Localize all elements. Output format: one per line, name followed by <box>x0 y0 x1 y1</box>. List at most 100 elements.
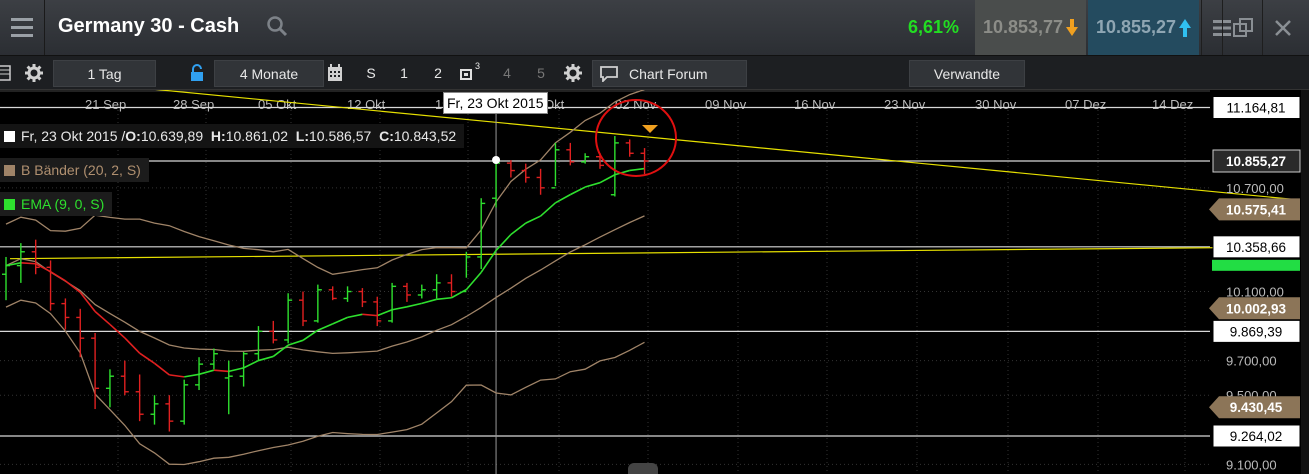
x-axis-label: 09 Nov <box>705 97 747 112</box>
ema-segment <box>169 374 185 378</box>
ema-segment <box>213 369 229 373</box>
ema-segment <box>555 193 571 204</box>
alert-marker <box>642 125 658 133</box>
layout-1-button[interactable]: 1 <box>393 60 415 85</box>
x-axis-label: 14 Dez <box>1152 97 1193 112</box>
price-tag: 11.164,81 <box>1226 101 1285 116</box>
x-axis-label: 23 Nov <box>884 97 926 112</box>
x-axis-label: 21 Sep <box>85 97 126 112</box>
price-tag: 10.855,27 <box>1226 154 1286 169</box>
chart-list-button[interactable] <box>0 60 12 85</box>
layout-5-button[interactable]: 5 <box>530 60 552 85</box>
bollinger-label: B Bänder (20, 2, S) <box>21 162 141 178</box>
x-axis-label: 30 Nov <box>975 97 1017 112</box>
x-axis-label: 16 Nov <box>794 97 836 112</box>
close-value: 10.843,52 <box>393 128 457 144</box>
ema-segment <box>272 344 289 358</box>
calendar-button[interactable] <box>324 60 346 85</box>
chart-scroll-handle[interactable] <box>628 463 658 474</box>
arrow-up-icon <box>1179 18 1192 37</box>
ask-price: 10.855,27 <box>1095 17 1177 37</box>
price-tag: 9.869,39 <box>1230 324 1283 339</box>
low-value: 10.586,57 <box>309 128 372 144</box>
ema-segment <box>243 359 259 369</box>
x-axis-label: 05 Okt <box>258 97 297 112</box>
ema-segment <box>436 296 452 301</box>
price-tag: 10.575,41 <box>1226 202 1287 217</box>
bollinger-middle <box>5 215 645 355</box>
ema-segment <box>540 202 556 217</box>
ask-price-button[interactable]: 10.855,27 <box>1088 0 1199 55</box>
low-label: L: <box>295 128 309 144</box>
change-percent: 6,61% <box>908 17 960 37</box>
bid-price: 10.853,77 <box>982 17 1064 37</box>
gear-icon <box>564 63 582 82</box>
ema-segment <box>94 310 111 326</box>
y-axis-label: 10.700,00 <box>1226 181 1284 196</box>
ema-segment <box>139 352 155 364</box>
detach-window-button[interactable] <box>1222 0 1263 55</box>
ema-segment <box>406 302 422 308</box>
table-icon <box>0 64 11 81</box>
layout-2-button[interactable]: 2 <box>427 60 449 85</box>
close-label: C: <box>379 128 394 144</box>
y-axis-label: 9.700,00 <box>1226 354 1277 369</box>
close-button[interactable] <box>1262 0 1303 55</box>
high-label: H: <box>210 128 226 144</box>
price-tag: 9.264,02 <box>1230 429 1283 444</box>
right-scroll-strip <box>1301 90 1309 474</box>
ema-label: EMA (9, 0, S) <box>21 196 105 212</box>
menu-button[interactable] <box>0 0 45 55</box>
x-axis-label: 07 Dez <box>1065 97 1106 112</box>
ema-segment <box>124 337 141 354</box>
ema-segment <box>50 271 66 282</box>
ema-segment <box>599 174 616 184</box>
y-axis-label: 9.100,00 <box>1226 457 1277 472</box>
layout-4-button[interactable]: 4 <box>496 60 518 85</box>
ema-segment <box>391 306 408 311</box>
crosshair-point <box>492 156 501 165</box>
interval-select[interactable]: 1 Tag <box>53 60 156 87</box>
instrument-title: Germany 30 - Cash <box>58 15 240 37</box>
ema-segment <box>510 222 527 236</box>
ema-segment <box>465 271 482 291</box>
unlock-icon <box>191 63 203 81</box>
chart-forum-button[interactable]: Chart Forum <box>592 60 747 87</box>
ema-swatch <box>4 198 15 210</box>
ema-segment <box>451 288 467 299</box>
ema-segment <box>184 373 200 378</box>
price-tag-indicator <box>1212 259 1300 271</box>
related-button[interactable]: Verwandte <box>909 60 1025 87</box>
bid-price-button[interactable]: 10.853,77 <box>975 0 1086 55</box>
ema-segment <box>495 233 512 252</box>
ohlc-date: Fr, 23 Okt 2015 / <box>21 128 126 144</box>
price-tag: 10.002,93 <box>1226 301 1287 316</box>
ema-segment <box>525 215 541 224</box>
search-icon[interactable] <box>266 15 288 37</box>
settings-button[interactable] <box>22 60 46 85</box>
ema-segment <box>376 309 393 317</box>
bollinger-legend[interactable]: B Bänder (20, 2, S) <box>0 158 149 182</box>
chart-forum-label: Chart Forum <box>629 65 708 82</box>
window-icon <box>459 68 472 80</box>
open-label: O: <box>125 128 141 144</box>
window-header: Germany 30 - Cash 6,61% 10.853,77 10.855… <box>0 0 1309 56</box>
bollinger-lower <box>5 299 645 466</box>
ema-segment <box>317 323 334 331</box>
calendar-icon <box>328 63 342 81</box>
ema-segment <box>584 181 601 188</box>
chart-settings-button[interactable] <box>561 60 585 85</box>
ema-segment <box>20 262 36 265</box>
layout-3-label: 3 <box>474 60 480 71</box>
open-value: 10.639,89 <box>140 128 204 144</box>
popout-icon <box>1233 17 1253 37</box>
ema-segment <box>287 339 304 346</box>
ema-legend[interactable]: EMA (9, 0, S) <box>0 192 113 216</box>
lock-button[interactable] <box>186 60 208 85</box>
range-select[interactable]: 4 Monate <box>214 60 324 87</box>
layout-s-button[interactable]: S <box>360 60 382 85</box>
x-axis-label: 28 Sep <box>173 97 214 112</box>
close-icon <box>1275 19 1291 36</box>
layout-3-button[interactable]: 3 <box>455 60 485 85</box>
ema-segment <box>258 355 274 362</box>
